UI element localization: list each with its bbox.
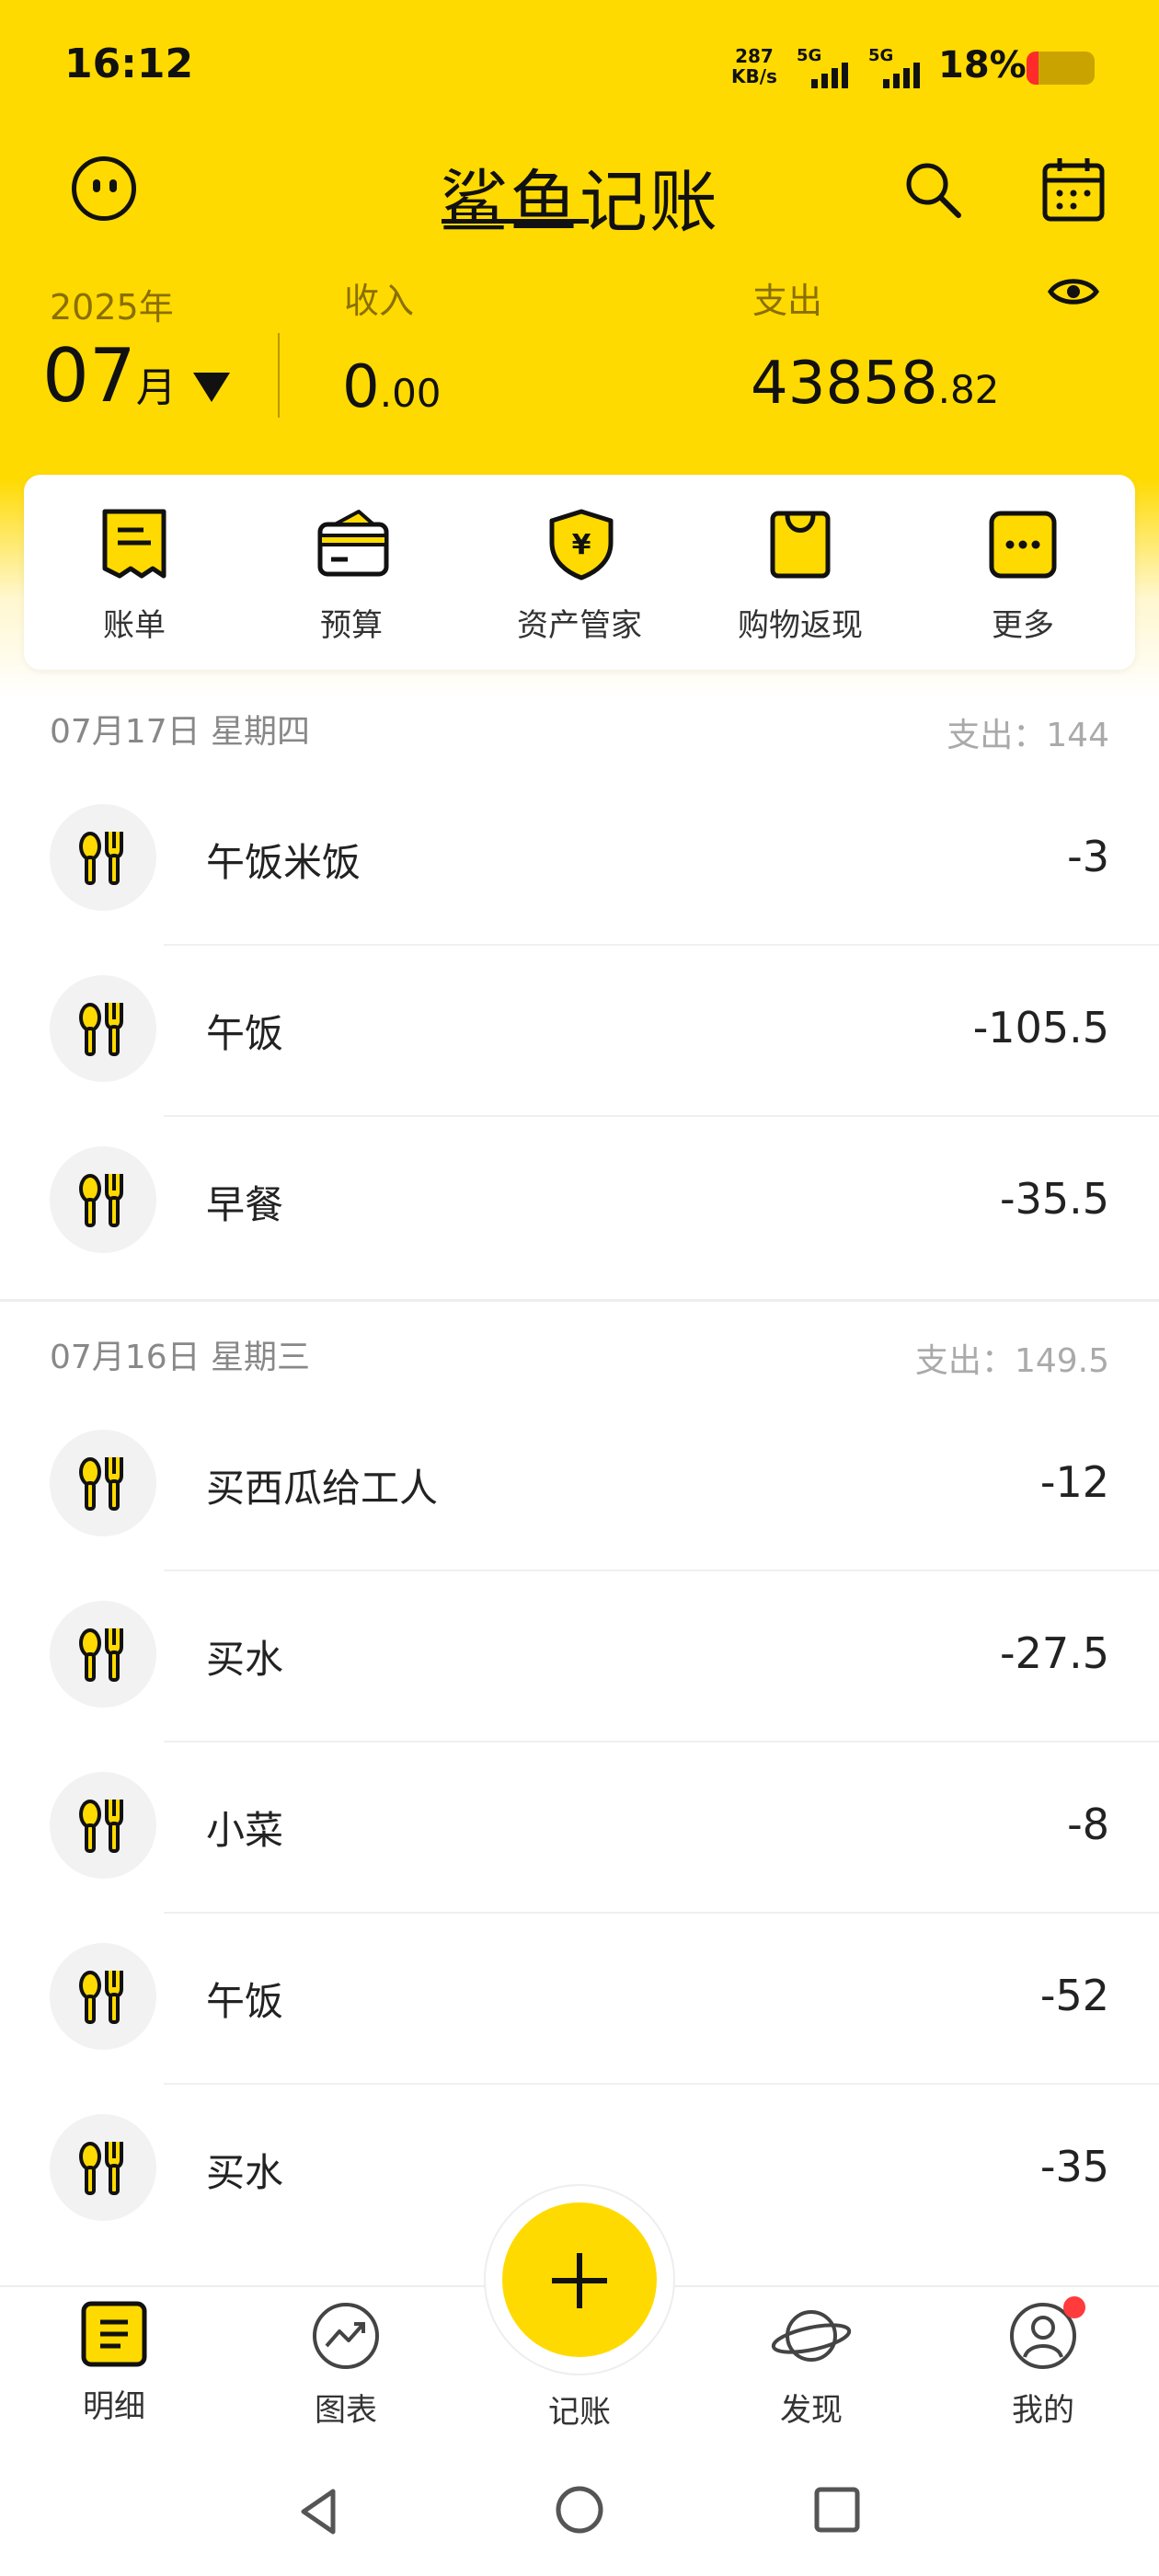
detail-list-icon [50,2300,178,2372]
expense-value: 43858.82 [751,350,1000,418]
year-label[interactable]: 2025年 [50,279,174,329]
divider [0,1299,1159,1302]
notification-badge [1063,2296,1085,2318]
quick-action-more[interactable]: 更多 [931,508,1115,645]
list-item[interactable]: 午饭米饭 -3 [0,775,1159,946]
income-label: 收入 [344,281,415,321]
list-item[interactable]: 早餐 -35.5 [0,1117,1159,1288]
divider [278,333,280,418]
quick-action-bill[interactable]: 账单 [42,508,226,645]
signal-icon: 5G [797,46,861,88]
chevron-down-icon[interactable] [193,373,230,402]
fork-spoon-icon [50,1146,156,1253]
calendar-icon[interactable] [1041,156,1106,226]
month-selector[interactable]: 07月 [42,333,177,419]
day-header-date: 07月16日 星期三 [50,1339,311,1376]
status-bar: 16:12 287 KB/s 5G 5G 18% [0,0,1159,138]
expense-label: 支出 [752,281,823,321]
system-nav-bar [0,2460,1159,2576]
planet-icon [747,2300,876,2375]
search-icon[interactable] [901,158,966,226]
quick-action-shopping[interactable]: 购物返现 [708,508,892,645]
list-item[interactable]: 小菜 -8 [0,1742,1159,1914]
net-speed: 287 KB/s [731,45,777,87]
list-item[interactable]: 午饭 -52 [0,1914,1159,2085]
add-record-button[interactable] [502,2202,657,2357]
income-value: 0.00 [342,353,442,421]
day-expense-total: 支出：149.5 [914,1342,1109,1380]
tab-profile[interactable]: 我的 [979,2296,1107,2430]
fork-spoon-icon [50,2114,156,2221]
signal-icon: 5G [868,46,933,88]
recents-icon[interactable] [813,2486,861,2537]
list-item[interactable]: 买西瓜给工人 -12 [0,1400,1159,1571]
profile-icon [979,2296,1107,2375]
quick-actions-card: 账单 预算 ¥ 资产管家 购物返现 更多 [24,475,1135,670]
quick-action-asset[interactable]: ¥ 资产管家 [488,508,671,645]
bill-icon [99,508,169,581]
day-expense-total: 支出：144 [947,717,1109,754]
tab-chart[interactable]: 图表 [281,2300,410,2430]
home-icon[interactable] [554,2484,605,2539]
status-time: 16:12 [64,40,194,87]
shopping-bag-icon [765,508,835,581]
app-title: 鲨鱼记账 [440,163,719,242]
day-header-date: 07月17日 星期四 [50,713,311,751]
avatar-face-icon[interactable] [72,156,136,221]
svg-text:¥: ¥ [572,529,591,561]
battery-icon [1027,52,1095,85]
fork-spoon-icon [50,1943,156,2050]
quick-action-budget[interactable]: 预算 [259,508,443,645]
chart-trend-icon [281,2300,410,2375]
asset-shield-icon: ¥ [545,508,614,581]
battery-percent: 18% [938,44,1027,86]
list-item[interactable]: 买水 -27.5 [0,1571,1159,1742]
fork-spoon-icon [50,1430,156,1536]
tab-discover[interactable]: 发现 [747,2300,876,2430]
more-icon [988,508,1058,581]
fork-spoon-icon [50,804,156,911]
list-item[interactable]: 午饭 -105.5 [0,946,1159,1117]
tab-detail[interactable]: 明细 [50,2300,178,2426]
fork-spoon-icon [50,975,156,1082]
eye-icon[interactable] [1047,270,1100,316]
fork-spoon-icon [50,1601,156,1708]
tab-record-label: 记账 [548,2394,611,2431]
budget-wallet-icon [316,508,389,581]
back-icon[interactable] [296,2486,342,2541]
fork-spoon-icon [50,1772,156,1879]
